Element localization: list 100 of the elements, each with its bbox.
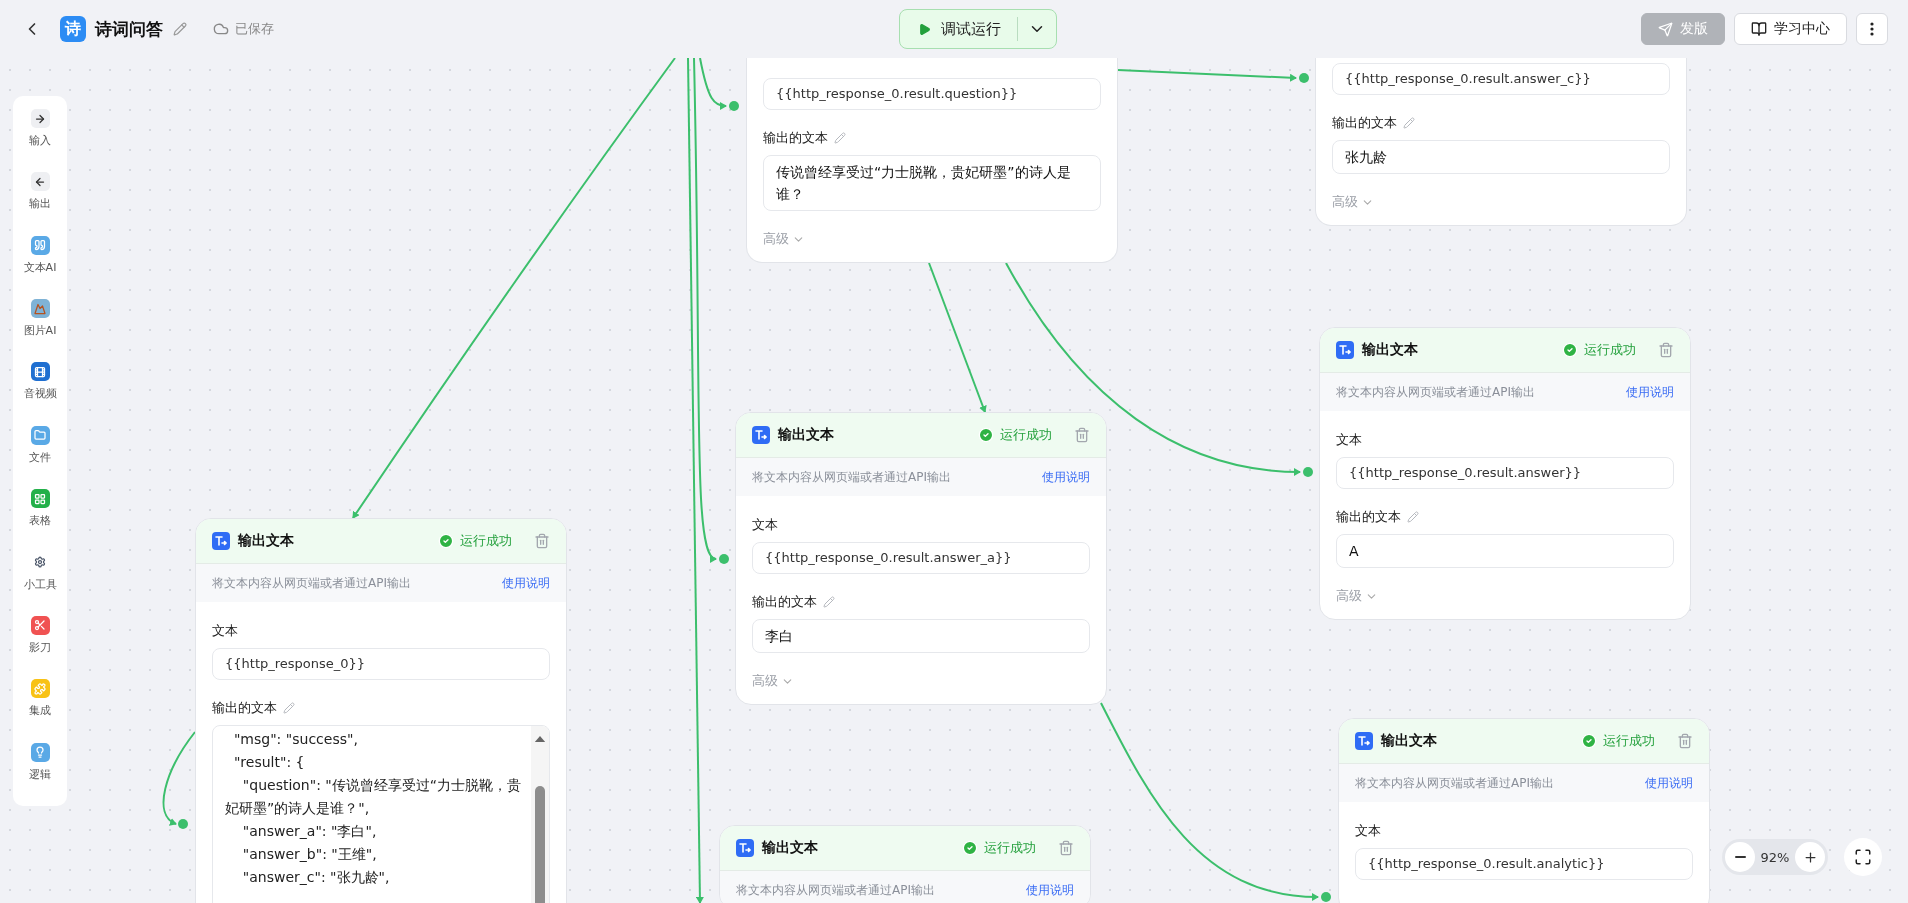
scrollbar[interactable]: [531, 726, 549, 903]
output-text-field[interactable]: 传说曾经享受过“力士脱靴，贵妃研墨”的诗人是谁？: [763, 155, 1101, 211]
output-node-card[interactable]: 输出文本 运行成功 将文本内容从网页端或者通过API输出 使用说明 文本 {{http_response_0.result.answer_a}} 输出的文本 李白 高级: [735, 412, 1107, 705]
palette-item[interactable]: 输入: [29, 133, 51, 148]
field-label: 文本: [1355, 822, 1381, 840]
book-icon: [1751, 21, 1767, 37]
field-label: 输出的文本: [752, 593, 817, 611]
palette-item[interactable]: 图片AI: [23, 323, 57, 339]
film-icon[interactable]: [30, 362, 50, 382]
folder-icon[interactable]: [30, 425, 50, 445]
output-node-card[interactable]: 输出文本 运行成功 将文本内容从网页端或者通过API输出 使用说明 文本 {{http_response_0}} 输出的文本 "msg": "success", "result": { "question": "传说曾经享受过“力士脱靴，贵妃研墨”的诗人是谁？", "answer_a": "李白", "answer_b": "王维", "answer_c": "张九龄",: [195, 518, 567, 903]
success-icon: [438, 533, 454, 549]
output-node-card[interactable]: 输出文本 运行成功 将文本内容从网页端或者通过API输出 使用说明 文本 {{http_response_0.result.answer}} 输出的文本 A 高级: [1319, 327, 1691, 620]
delete-icon[interactable]: [1074, 427, 1090, 443]
help-link[interactable]: 使用说明: [1645, 774, 1693, 792]
palette-item[interactable]: 音视频: [23, 386, 57, 402]
edit-icon[interactable]: [834, 132, 846, 144]
palette-item[interactable]: 集成: [29, 703, 51, 719]
help-link[interactable]: 使用说明: [1042, 468, 1090, 486]
lightbulb-icon[interactable]: [30, 742, 50, 762]
palette-item[interactable]: 影刀: [29, 639, 51, 655]
output-text-field[interactable]: 张九龄: [1332, 140, 1670, 174]
more-button[interactable]: [1856, 13, 1888, 45]
send-icon: [1658, 21, 1673, 37]
app-logo: 诗: [60, 16, 86, 42]
output-node-card[interactable]: {{http_response_0.result.answer_c}} 输出的文本 张九龄 高级: [1315, 58, 1687, 226]
quote-icon[interactable]: [30, 235, 50, 255]
palette-item[interactable]: 输出: [29, 196, 51, 212]
run-status: 运行成功: [1603, 732, 1655, 750]
run-status: 运行成功: [1000, 426, 1052, 444]
output-node-card[interactable]: 输出文本 运行成功 将文本内容从网页端或者通过API输出 使用说明: [719, 825, 1091, 903]
connection-handle[interactable]: [178, 819, 188, 829]
run-status: 运行成功: [984, 839, 1036, 857]
node-description: 将文本内容从网页端或者通过API输出: [752, 468, 951, 486]
node-description: 将文本内容从网页端或者通过API输出: [212, 574, 411, 592]
node-description: 将文本内容从网页端或者通过API输出: [1336, 383, 1535, 401]
delete-icon[interactable]: [1658, 342, 1674, 358]
edit-icon[interactable]: [1403, 117, 1415, 129]
palette-item[interactable]: 文本AI: [23, 259, 57, 275]
node-title: 输出文本: [1362, 341, 1419, 359]
delete-icon[interactable]: [1058, 840, 1074, 856]
connection-handle[interactable]: [1303, 467, 1313, 477]
code-line: "answer_a": "李白",: [241, 822, 378, 841]
palette-item[interactable]: 逻辑: [29, 766, 51, 782]
puzzle-icon[interactable]: [30, 679, 50, 699]
text-output-icon: [736, 839, 754, 857]
field-label: 输出的文本: [1332, 114, 1397, 132]
mountain-icon[interactable]: [30, 299, 50, 319]
output-node-card[interactable]: 输出文本 运行成功 将文本内容从网页端或者通过API输出 使用说明 文本 {{http_response_0.result.analytic}}: [1338, 718, 1710, 903]
text-input-field[interactable]: {{http_response_0.result.analytic}}: [1355, 848, 1693, 880]
scroll-up-icon[interactable]: [534, 736, 546, 743]
edit-icon[interactable]: [1407, 511, 1419, 523]
palette-item[interactable]: 小工具: [23, 576, 57, 592]
text-input-field[interactable]: {{http_response_0.result.answer_c}}: [1332, 63, 1670, 95]
connection-handle[interactable]: [1321, 892, 1331, 902]
zoom-in-button[interactable]: [1795, 842, 1825, 872]
help-link[interactable]: 使用说明: [1626, 383, 1674, 401]
text-input-field[interactable]: {{http_response_0.result.answer}}: [1336, 457, 1674, 489]
connection-handle[interactable]: [1299, 73, 1309, 83]
text-input-field[interactable]: {{http_response_0}}: [212, 648, 550, 680]
connection-handle[interactable]: [719, 554, 729, 564]
node-title: 输出文本: [778, 426, 835, 444]
output-node-card[interactable]: {{http_response_0.result.question}} 输出的文本 传说曾经享受过“力士脱靴，贵妃研墨”的诗人是谁？ 高级: [746, 58, 1118, 263]
learning-center-button[interactable]: 学习中心: [1734, 13, 1847, 45]
text-input-field[interactable]: {{http_response_0.result.answer_a}}: [752, 542, 1090, 574]
field-label: 输出的文本: [1336, 508, 1401, 526]
code-line: "result": {: [232, 753, 306, 772]
run-status: 运行成功: [460, 532, 512, 550]
output-code-field[interactable]: "msg": "success", "result": { "question": "传说曾经享受过“力士脱靴，贵妃研墨”的诗人是谁？", "answer_a": "李白", "answer_b": "王维", "answer_c": "张九龄",: [212, 725, 550, 903]
grid-icon[interactable]: [30, 489, 50, 509]
fullscreen-button[interactable]: [1844, 838, 1882, 876]
arrow-right-icon[interactable]: [30, 109, 50, 128]
text-input-field[interactable]: {{http_response_0.result.question}}: [763, 78, 1101, 110]
edit-icon[interactable]: [823, 596, 835, 608]
save-status: 已保存: [235, 20, 274, 38]
success-icon: [962, 840, 978, 856]
success-icon: [1581, 733, 1597, 749]
field-label: 输出的文本: [763, 129, 828, 147]
node-description: 将文本内容从网页端或者通过API输出: [1355, 774, 1554, 792]
arrow-left-icon[interactable]: [30, 172, 50, 192]
output-text-field[interactable]: 李白: [752, 619, 1090, 653]
more-icon: [1870, 22, 1874, 36]
code-line: "answer_b": "王维",: [241, 845, 378, 864]
zoom-out-button[interactable]: [1725, 842, 1755, 872]
help-link[interactable]: 使用说明: [1026, 881, 1074, 899]
output-text-field[interactable]: A: [1336, 534, 1674, 568]
edit-icon[interactable]: [283, 702, 295, 714]
code-line: "answer_c": "张九龄",: [241, 868, 391, 887]
success-icon: [1562, 342, 1578, 358]
scissors-icon[interactable]: [30, 615, 50, 635]
code-line: "question": "传说曾经享受过“力士脱靴，贵妃研墨”的诗人是谁？",: [225, 776, 523, 818]
fullscreen-icon: [1854, 848, 1872, 866]
edit-icon[interactable]: [173, 22, 187, 36]
delete-icon[interactable]: [1677, 733, 1693, 749]
palette-item[interactable]: 文件: [29, 449, 51, 465]
delete-icon[interactable]: [534, 533, 550, 549]
palette-item[interactable]: 表格: [29, 513, 51, 529]
help-link[interactable]: 使用说明: [502, 574, 550, 592]
field-label: 文本: [1336, 431, 1362, 449]
connection-handle[interactable]: [729, 101, 739, 111]
